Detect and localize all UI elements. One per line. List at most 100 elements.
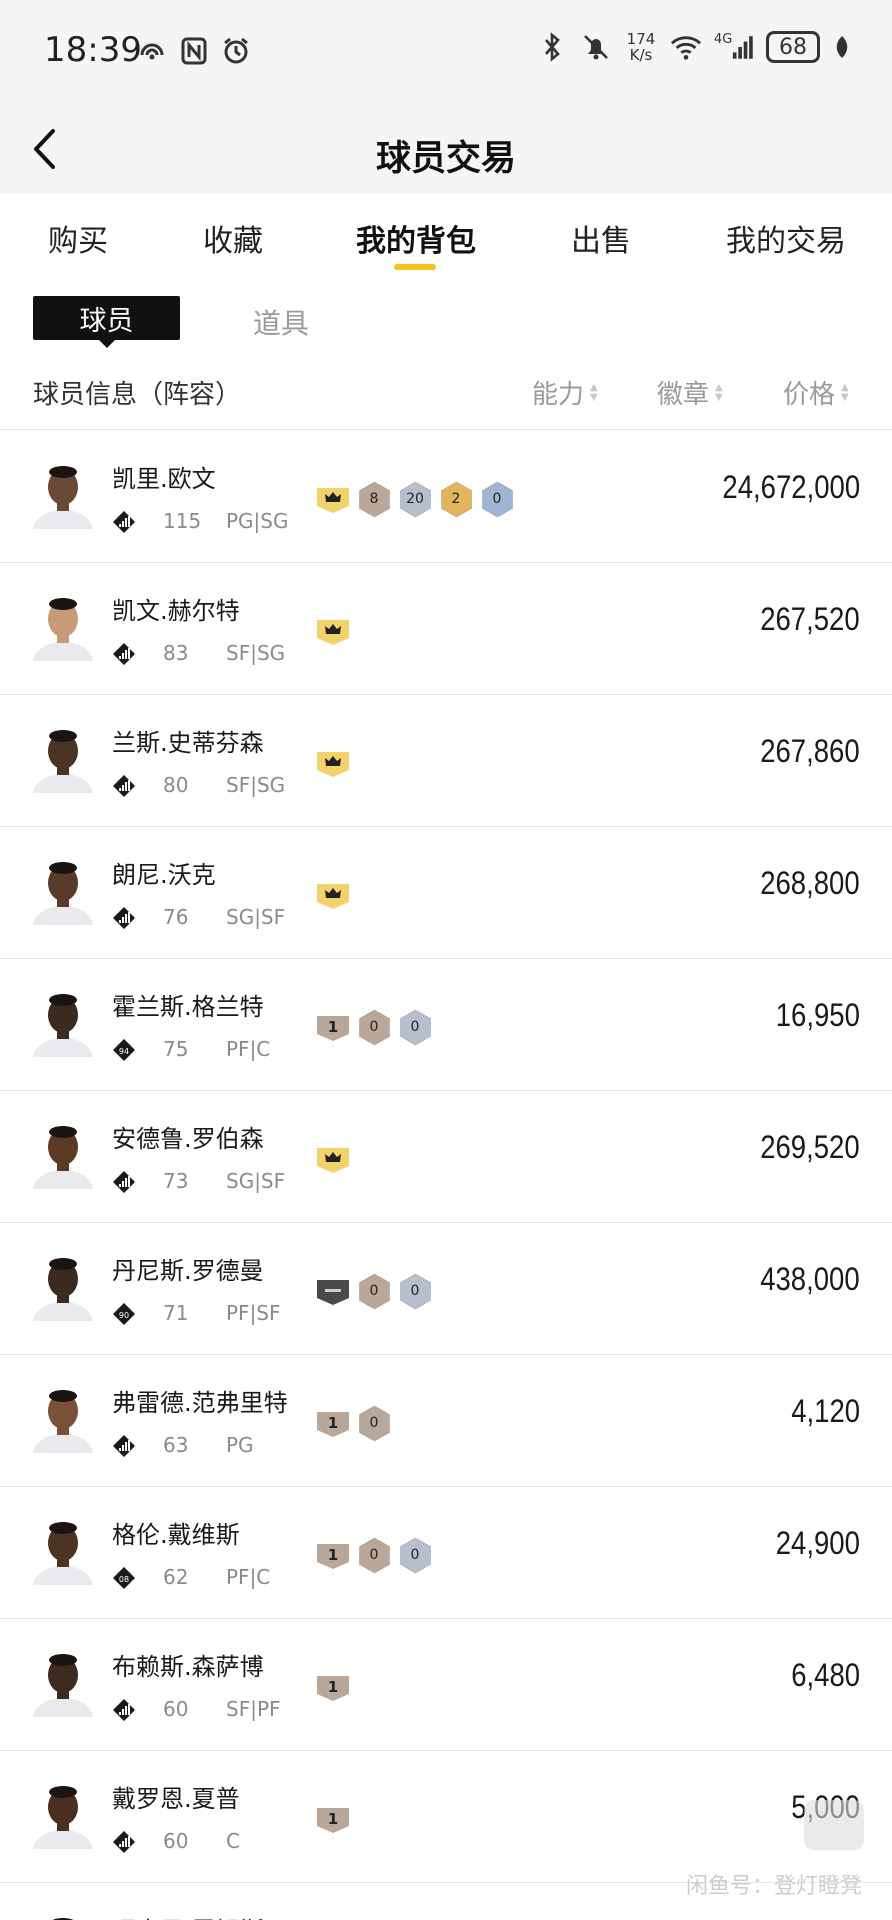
status-bar: 18:39 174 K/s 4G 68 xyxy=(0,0,892,100)
badge-value: 20 xyxy=(406,491,424,507)
rating-diamond-icon: 94 xyxy=(113,1039,135,1061)
player-price: 267,860 xyxy=(760,733,860,769)
badge-value: 0 xyxy=(492,491,502,507)
player-row[interactable]: 丹尼斯.罗德曼 90 71 PF|SF 0 0 438,000 xyxy=(0,1223,892,1355)
player-position: SG|SF xyxy=(226,905,286,929)
player-overall: 83 xyxy=(163,641,189,665)
badge-value: 1 xyxy=(327,1678,339,1696)
tab-buy[interactable]: 购买 xyxy=(48,216,108,260)
hexagon-badge-icon: 8 xyxy=(357,480,391,518)
player-position: SG|SF xyxy=(226,1169,286,1193)
player-price: 267,520 xyxy=(760,601,860,637)
subtab-players[interactable]: 球员 xyxy=(33,296,180,348)
player-position: PF|C xyxy=(226,1037,271,1061)
sort-arrows-icon: ▲ ▼ xyxy=(841,381,849,403)
player-row[interactable]: 凯文.赫尔特 83 SF|SG 267,520 xyxy=(0,563,892,695)
crown-badge-icon xyxy=(316,877,350,913)
crown-badge-icon xyxy=(316,613,350,649)
hexagon-badge-icon: 0 xyxy=(398,1008,432,1046)
badge-value: 0 xyxy=(369,1547,379,1563)
status-right-icons: 174 K/s 4G 68 xyxy=(536,30,852,64)
main-tabs: 购买 收藏 我的背包 出售 我的交易 xyxy=(0,194,892,274)
svg-text:94: 94 xyxy=(119,1047,129,1056)
player-name: 霍兰斯.格兰特 xyxy=(112,993,264,1021)
svg-text:08: 08 xyxy=(119,1575,129,1584)
player-name: 兰斯.史蒂芬森 xyxy=(112,729,264,757)
player-row[interactable]: 安德鲁.罗伯森 73 SG|SF 269,520 xyxy=(0,1091,892,1223)
sort-badge-label: 徽章 xyxy=(657,380,710,410)
tier-shield-badge-icon xyxy=(316,1273,350,1309)
rating-diamond-icon xyxy=(113,1435,135,1457)
tier-shield-badge-icon: 1 xyxy=(316,1405,350,1441)
player-overall: 76 xyxy=(163,905,189,929)
badge-value: 0 xyxy=(410,1547,420,1563)
tab-favorites[interactable]: 收藏 xyxy=(203,216,263,260)
crown-badge-icon xyxy=(316,745,350,781)
page-header: 球员交易 xyxy=(0,100,892,194)
badge-group xyxy=(316,745,350,781)
player-list: 凯里.欧文 115 PG|SG 8 20 2 0 24,672,000 凯文.赫尔特 83 SF|S… xyxy=(0,431,892,1920)
rating-diamond-icon: 90 xyxy=(113,1303,135,1325)
player-row[interactable]: 戴罗恩.夏普60C15,000 xyxy=(0,1751,892,1883)
badge-group: 00 xyxy=(316,1272,432,1310)
player-row[interactable]: 朗尼.沃克 76 SG|SF 268,800 xyxy=(0,827,892,959)
badge-group xyxy=(316,1141,350,1177)
player-position: PG xyxy=(226,1433,254,1457)
rating-diamond-icon xyxy=(113,907,135,929)
player-name: 凯文.赫尔特 xyxy=(112,597,240,625)
player-row[interactable]: 格伦.戴维斯 08 62 PF|C 1 0 0 24,900 xyxy=(0,1487,892,1619)
player-avatar xyxy=(31,1911,95,1920)
badge-value: 0 xyxy=(410,1019,420,1035)
net-speed: 174 K/s xyxy=(626,30,656,64)
player-avatar xyxy=(31,459,95,529)
signal-icon: 4G xyxy=(714,30,754,64)
sort-badge[interactable]: 徽章 ▲ ▼ xyxy=(657,374,723,411)
player-overall: 71 xyxy=(163,1301,189,1325)
watermark: 闲鱼号：登灯瞪凳 xyxy=(685,1874,862,1899)
player-avatar xyxy=(31,1515,95,1585)
badge-group xyxy=(316,613,350,649)
player-overall: 73 xyxy=(163,1169,189,1193)
player-overall: 60 xyxy=(163,1829,189,1853)
mute-icon xyxy=(580,30,612,64)
player-row[interactable]: 布赖斯.森萨博 60 SF|PF 1 6,480 xyxy=(0,1619,892,1751)
hexagon-badge-icon: 20 xyxy=(398,480,432,518)
player-row[interactable]: 霍兰斯.格兰特 94 75 PF|C 1 0 0 16,950 xyxy=(0,959,892,1091)
tab-sell[interactable]: 出售 xyxy=(571,216,631,260)
player-name: 朗尼.沃克 xyxy=(112,861,216,889)
player-row[interactable]: 凯里.欧文 115 PG|SG 8 20 2 0 24,672,000 xyxy=(0,431,892,563)
player-row[interactable]: 兰斯.史蒂芬森 80 SF|SG 267,860 xyxy=(0,695,892,827)
badge-group: 1 xyxy=(316,1669,350,1705)
badge-group: 1 xyxy=(316,1801,350,1837)
hotspot-icon xyxy=(136,34,168,68)
rating-diamond-icon: 08 xyxy=(113,1567,135,1589)
player-name: 安德鲁.罗伯森 xyxy=(112,1125,264,1153)
sort-price[interactable]: 价格 ▲ ▼ xyxy=(783,374,849,411)
hexagon-badge-icon: 0 xyxy=(480,480,514,518)
player-name: 凯里.欧文 xyxy=(112,465,216,493)
tab-my-trades[interactable]: 我的交易 xyxy=(726,216,846,260)
player-overall: 62 xyxy=(163,1565,189,1589)
player-overall: 115 xyxy=(163,509,202,533)
leaf-icon xyxy=(832,30,852,64)
nfc-icon xyxy=(178,34,210,68)
player-overall: 80 xyxy=(163,773,189,797)
badge-value: 2 xyxy=(451,491,461,507)
rating-diamond-icon xyxy=(113,1171,135,1193)
player-row[interactable]: 弗雷德.范弗里特 63 PG 1 0 4,120 xyxy=(0,1355,892,1487)
badge-value: 0 xyxy=(410,1283,420,1299)
subtabs: 球员 道具 xyxy=(0,296,892,352)
subtab-items[interactable]: 道具 xyxy=(253,302,309,342)
player-name: 戴罗恩.夏普 xyxy=(112,1785,240,1813)
sort-ability[interactable]: 能力 ▲ ▼ xyxy=(532,374,598,411)
active-tab-indicator xyxy=(394,264,436,270)
hexagon-badge-icon: 2 xyxy=(439,480,473,518)
badge-value: 0 xyxy=(369,1019,379,1035)
tab-my-bag[interactable]: 我的背包 xyxy=(356,216,476,260)
sort-arrows-icon: ▲ ▼ xyxy=(590,381,598,403)
alarm-icon xyxy=(220,34,252,68)
rating-diamond-icon xyxy=(113,775,135,797)
hexagon-badge-icon: 0 xyxy=(357,1404,391,1442)
tier-shield-badge-icon: 1 xyxy=(316,1537,350,1573)
badge-value: 1 xyxy=(327,1018,339,1036)
